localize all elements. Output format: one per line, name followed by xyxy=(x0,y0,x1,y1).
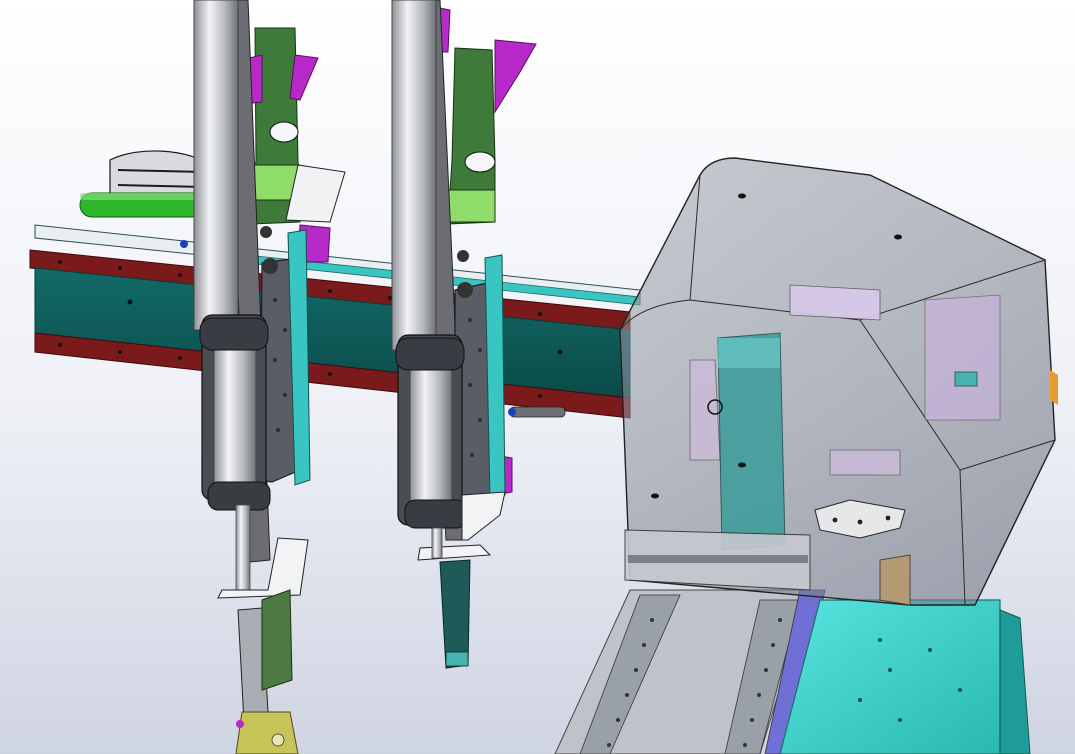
cyan-table[interactable] xyxy=(779,599,1031,754)
cad-scene xyxy=(29,0,1058,754)
linear-rail[interactable] xyxy=(29,224,641,419)
cable-chain xyxy=(79,150,211,218)
cad-viewport[interactable] xyxy=(0,0,1075,754)
base-linear-guide[interactable] xyxy=(554,589,826,754)
transparent-housing[interactable] xyxy=(619,157,1058,606)
